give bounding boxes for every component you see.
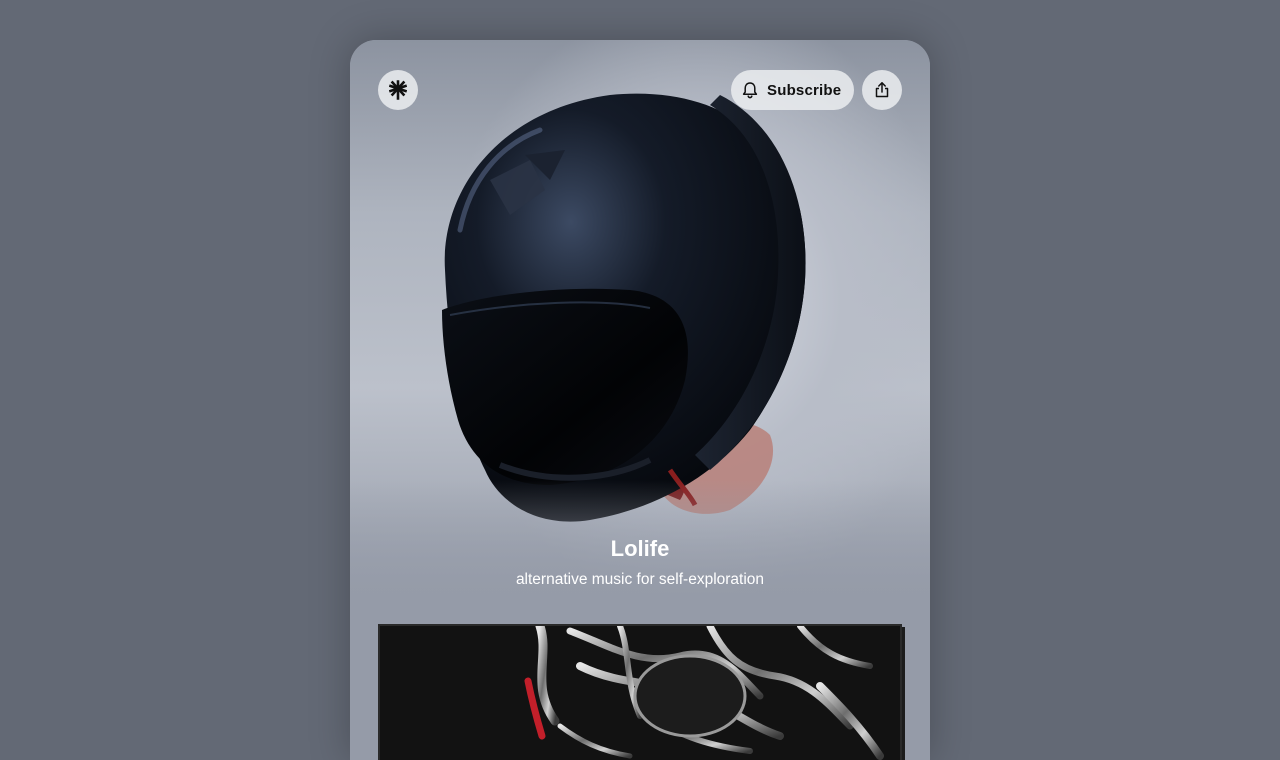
bell-icon — [742, 82, 758, 99]
share-button[interactable] — [862, 70, 902, 110]
subscribe-label: Subscribe — [767, 81, 842, 99]
subscribe-button[interactable]: Subscribe — [731, 70, 854, 110]
share-icon — [875, 82, 889, 98]
chrome-artwork-image — [380, 626, 900, 760]
profile-name: Lolife — [610, 536, 670, 561]
logo-button[interactable] — [378, 70, 418, 110]
profile-card: Subscribe Lolife alternative music for s… — [350, 40, 930, 760]
hero-image — [350, 40, 930, 620]
featured-link-card[interactable] — [378, 624, 902, 760]
profile-bio: alternative music for self-exploration — [515, 571, 765, 588]
linktree-asterisk-icon — [389, 80, 407, 100]
